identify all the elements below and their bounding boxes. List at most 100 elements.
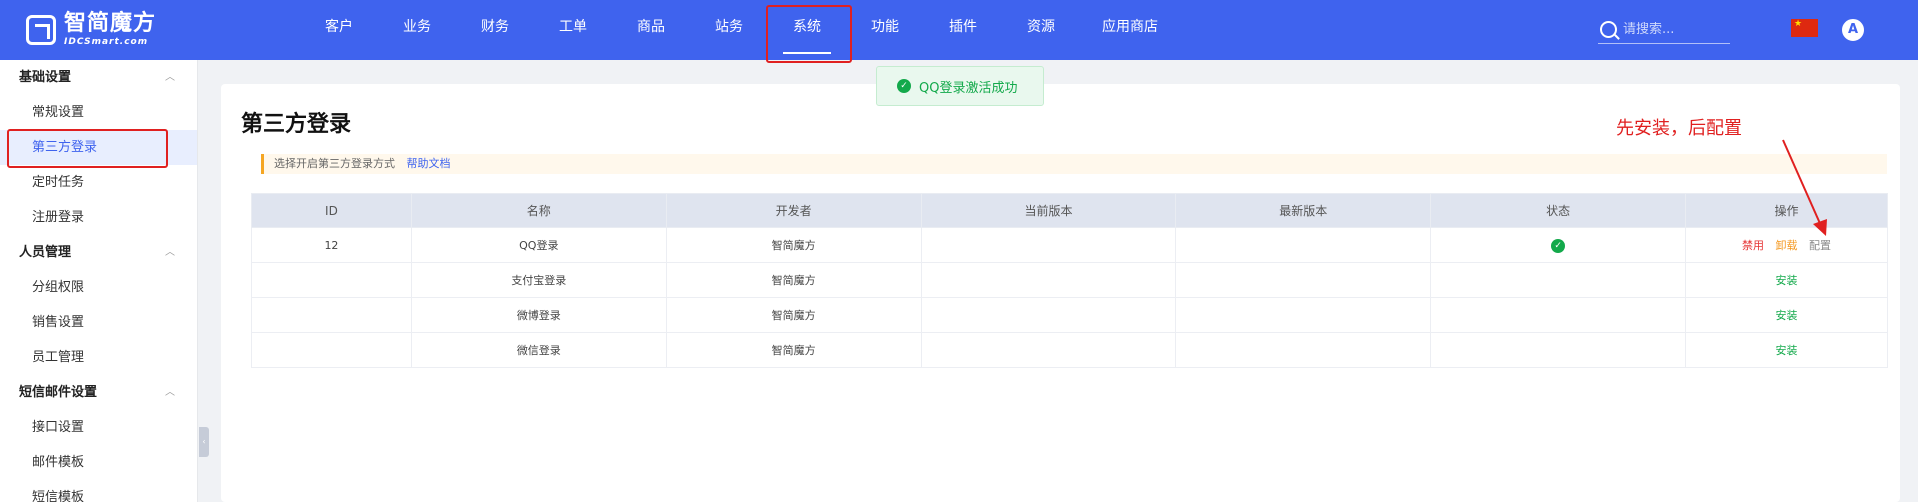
cell-developer: 智简魔方 xyxy=(665,262,922,298)
column-header-status: 状态 xyxy=(1430,193,1687,228)
nav-item-plugins[interactable]: 插件 xyxy=(924,0,1002,60)
nav-item-business[interactable]: 业务 xyxy=(378,0,456,60)
nav-item-customers[interactable]: 客户 xyxy=(300,0,378,60)
sidebar-group-sms-email[interactable]: 短信邮件设置 ︿ xyxy=(0,375,197,410)
table-header-row: ID 名称 开发者 当前版本 最新版本 状态 操作 xyxy=(251,193,1888,228)
plugin-table: ID 名称 开发者 当前版本 最新版本 状态 操作 12 QQ登录 智简魔方 ✓… xyxy=(251,193,1888,368)
language-flag-icon[interactable] xyxy=(1791,19,1818,37)
cell-actions: 安装 xyxy=(1685,262,1888,298)
cell-latest-version xyxy=(1175,297,1432,333)
column-header-id: ID xyxy=(251,193,412,228)
column-header-actions: 操作 xyxy=(1685,193,1888,228)
page-title: 第三方登录 xyxy=(241,112,352,137)
cell-id: 12 xyxy=(251,227,412,263)
sidebar-item-sms-templates[interactable]: 短信模板 xyxy=(0,480,197,502)
table-row: 微信登录 智简魔方 安装 xyxy=(251,332,1888,368)
nav-item-features[interactable]: 功能 xyxy=(846,0,924,60)
check-circle-icon: ✓ xyxy=(897,79,911,93)
annotation-text: 先安装，后配置 xyxy=(1616,118,1742,139)
sidebar-item-group-permissions[interactable]: 分组权限 xyxy=(0,270,197,305)
check-circle-icon: ✓ xyxy=(1551,238,1566,253)
table-row: 微博登录 智简魔方 安装 xyxy=(251,297,1888,333)
main-nav: 客户 业务 财务 工单 商品 站务 系统 功能 插件 资源 应用商店 xyxy=(300,0,1180,60)
search-box xyxy=(1598,16,1730,44)
nav-item-site[interactable]: 站务 xyxy=(690,0,768,60)
logo-name-cn: 智简魔方 xyxy=(64,11,157,36)
sidebar-group-label: 人员管理 xyxy=(19,245,72,260)
cell-status: ✓ xyxy=(1430,227,1687,263)
sidebar-item-sales-settings[interactable]: 销售设置 xyxy=(0,305,197,340)
toast-message: QQ登录激活成功 xyxy=(919,80,1018,96)
sidebar-item-general-settings[interactable]: 常规设置 xyxy=(0,95,197,130)
search-input[interactable] xyxy=(1623,22,1728,37)
highlight-box-third-party-login xyxy=(7,129,168,168)
sidebar-group-staff-management[interactable]: 人员管理 ︿ xyxy=(0,235,197,270)
cell-name: 支付宝登录 xyxy=(410,262,667,298)
sidebar-item-register-login[interactable]: 注册登录 xyxy=(0,200,197,235)
cell-current-version xyxy=(920,297,1177,333)
column-header-latest-version: 最新版本 xyxy=(1175,193,1432,228)
cell-status xyxy=(1430,297,1687,333)
chevron-up-icon: ︿ xyxy=(165,72,175,83)
cell-name: QQ登录 xyxy=(410,227,667,263)
disable-button[interactable]: 禁用 xyxy=(1742,239,1764,252)
cell-developer: 智简魔方 xyxy=(665,297,922,333)
nav-item-finance[interactable]: 财务 xyxy=(456,0,534,60)
cell-current-version xyxy=(920,332,1177,368)
top-bar: 智简魔方 IDCSmart.com 客户 业务 财务 工单 商品 站务 系统 功… xyxy=(0,0,1918,60)
highlight-box-system-nav xyxy=(766,5,852,63)
logo-icon xyxy=(26,15,56,45)
sidebar: 基础设置 ︿ 常规设置 第三方登录 定时任务 注册登录 人员管理 ︿ 分组权限 … xyxy=(0,60,198,502)
column-header-name: 名称 xyxy=(410,193,667,228)
avatar[interactable]: A xyxy=(1842,19,1864,41)
sidebar-group-basic-settings[interactable]: 基础设置 ︿ xyxy=(0,60,197,95)
cell-latest-version xyxy=(1175,262,1432,298)
nav-item-tickets[interactable]: 工单 xyxy=(534,0,612,60)
cell-developer: 智简魔方 xyxy=(665,227,922,263)
sidebar-group-label: 基础设置 xyxy=(19,70,72,85)
chevron-up-icon: ︿ xyxy=(165,247,175,258)
search-icon[interactable] xyxy=(1600,21,1617,38)
cell-actions: 安装 xyxy=(1685,332,1888,368)
logo[interactable]: 智简魔方 IDCSmart.com xyxy=(26,13,156,47)
install-button[interactable]: 安装 xyxy=(1776,274,1798,287)
cell-latest-version xyxy=(1175,332,1432,368)
sidebar-collapse-handle[interactable]: ‹ xyxy=(199,427,209,457)
notice-text: 选择开启第三方登录方式 xyxy=(274,157,395,170)
cell-name: 微信登录 xyxy=(410,332,667,368)
sidebar-item-email-templates[interactable]: 邮件模板 xyxy=(0,445,197,480)
sidebar-item-scheduled-tasks[interactable]: 定时任务 xyxy=(0,165,197,200)
cell-name: 微博登录 xyxy=(410,297,667,333)
cell-id xyxy=(251,332,412,368)
success-toast: ✓ QQ登录激活成功 xyxy=(876,66,1044,106)
install-button[interactable]: 安装 xyxy=(1776,309,1798,322)
nav-item-app-store[interactable]: 应用商店 xyxy=(1080,0,1180,60)
main-card: 第三方登录 选择开启第三方登录方式 帮助文档 ID 名称 开发者 当前版本 最新… xyxy=(221,84,1900,502)
cell-current-version xyxy=(920,227,1177,263)
sidebar-item-interface-settings[interactable]: 接口设置 xyxy=(0,410,197,445)
cell-status xyxy=(1430,262,1687,298)
logo-name-en: IDCSmart.com xyxy=(64,37,149,47)
sidebar-group-label: 短信邮件设置 xyxy=(19,385,98,400)
cell-actions: 安装 xyxy=(1685,297,1888,333)
table-row: 支付宝登录 智简魔方 安装 xyxy=(251,262,1888,298)
cell-id xyxy=(251,262,412,298)
cell-developer: 智简魔方 xyxy=(665,332,922,368)
cell-id xyxy=(251,297,412,333)
uninstall-button[interactable]: 卸载 xyxy=(1776,239,1798,252)
sidebar-item-staff-management[interactable]: 员工管理 xyxy=(0,340,197,375)
notice-bar: 选择开启第三方登录方式 帮助文档 xyxy=(261,154,1887,174)
configure-button[interactable]: 配置 xyxy=(1809,239,1831,252)
cell-latest-version xyxy=(1175,227,1432,263)
cell-status xyxy=(1430,332,1687,368)
cell-actions: 禁用 卸载 配置 xyxy=(1685,227,1888,263)
nav-item-products[interactable]: 商品 xyxy=(612,0,690,60)
column-header-current-version: 当前版本 xyxy=(920,193,1177,228)
chevron-up-icon: ︿ xyxy=(165,387,175,398)
column-header-developer: 开发者 xyxy=(665,193,922,228)
nav-item-resources[interactable]: 资源 xyxy=(1002,0,1080,60)
table-row: 12 QQ登录 智简魔方 ✓ 禁用 卸载 配置 xyxy=(251,227,1888,263)
install-button[interactable]: 安装 xyxy=(1776,344,1798,357)
cell-current-version xyxy=(920,262,1177,298)
help-doc-link[interactable]: 帮助文档 xyxy=(407,157,451,170)
